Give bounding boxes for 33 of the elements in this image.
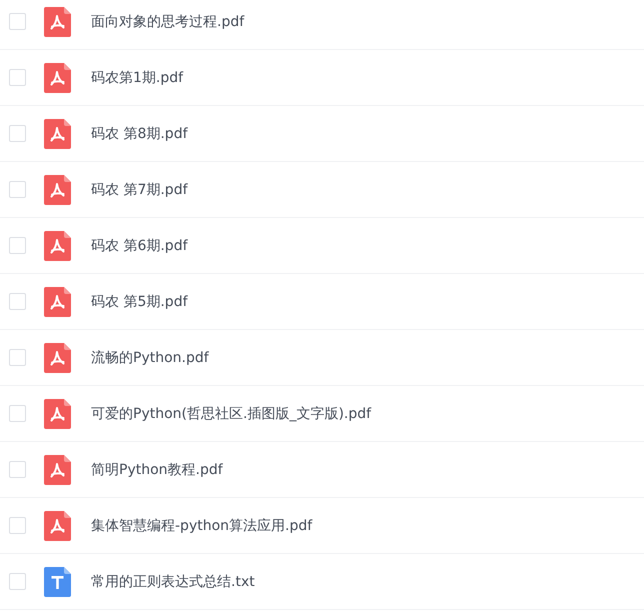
row-checkbox[interactable] (9, 69, 26, 86)
file-name[interactable]: 码农第1期.pdf (91, 68, 184, 86)
pdf-file-icon (44, 6, 71, 36)
row-checkbox[interactable] (9, 237, 26, 254)
file-name[interactable]: 码农 第8期.pdf (91, 124, 188, 142)
pdf-file-icon (44, 174, 71, 204)
pdf-file-icon (44, 118, 71, 148)
file-name[interactable]: 常用的正则表达式总结.txt (91, 572, 255, 590)
row-checkbox[interactable] (9, 405, 26, 422)
row-checkbox[interactable] (9, 125, 26, 142)
pdf-file-icon (44, 454, 71, 484)
pdf-file-icon (44, 62, 71, 92)
file-name[interactable]: 流畅的Python.pdf (91, 348, 209, 366)
file-name[interactable]: 集体智慧编程-python算法应用.pdf (91, 516, 312, 534)
file-name[interactable]: 码农 第6期.pdf (91, 236, 188, 254)
row-checkbox[interactable] (9, 573, 26, 590)
file-name[interactable]: 面向对象的思考过程.pdf (91, 12, 244, 30)
pdf-file-icon (44, 286, 71, 316)
text-file-icon (44, 566, 71, 596)
file-name[interactable]: 可爱的Python(哲思社区.插图版_文字版).pdf (91, 404, 372, 422)
file-name[interactable]: 码农 第5期.pdf (91, 292, 188, 310)
file-name[interactable]: 码农 第7期.pdf (91, 180, 188, 198)
row-checkbox[interactable] (9, 13, 26, 30)
row-checkbox[interactable] (9, 349, 26, 366)
pdf-file-icon (44, 398, 71, 428)
file-name[interactable]: 简明Python教程.pdf (91, 460, 223, 478)
pdf-file-icon (44, 510, 71, 540)
pdf-file-icon (44, 342, 71, 372)
pdf-file-icon (44, 230, 71, 260)
row-checkbox[interactable] (9, 181, 26, 198)
row-checkbox[interactable] (9, 461, 26, 478)
row-checkbox[interactable] (9, 293, 26, 310)
row-checkbox[interactable] (9, 517, 26, 534)
